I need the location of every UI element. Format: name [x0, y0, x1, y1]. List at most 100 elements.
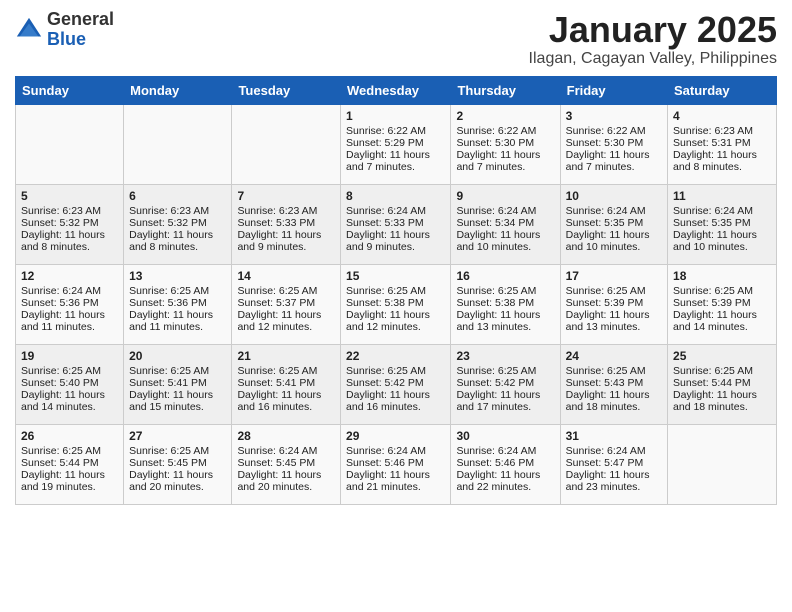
calendar-cell: 9Sunrise: 6:24 AMSunset: 5:34 PMDaylight… [451, 184, 560, 264]
sunset-text: Sunset: 5:39 PM [566, 297, 662, 309]
sunset-text: Sunset: 5:34 PM [456, 217, 554, 229]
sunrise-text: Sunrise: 6:25 AM [673, 285, 771, 297]
sunset-text: Sunset: 5:29 PM [346, 137, 445, 149]
daylight-text: Daylight: 11 hours and 11 minutes. [21, 309, 118, 333]
col-saturday: Saturday [668, 76, 777, 104]
calendar-cell: 1Sunrise: 6:22 AMSunset: 5:29 PMDaylight… [341, 104, 451, 184]
calendar-cell: 14Sunrise: 6:25 AMSunset: 5:37 PMDayligh… [232, 264, 341, 344]
sunrise-text: Sunrise: 6:22 AM [566, 125, 662, 137]
calendar-cell [124, 104, 232, 184]
daylight-text: Daylight: 11 hours and 8 minutes. [21, 229, 118, 253]
day-number: 31 [566, 429, 662, 443]
title-block: January 2025 Ilagan, Cagayan Valley, Phi… [529, 10, 777, 68]
sunrise-text: Sunrise: 6:24 AM [456, 445, 554, 457]
calendar-week-3: 12Sunrise: 6:24 AMSunset: 5:36 PMDayligh… [16, 264, 777, 344]
sunset-text: Sunset: 5:47 PM [566, 457, 662, 469]
day-number: 24 [566, 349, 662, 363]
daylight-text: Daylight: 11 hours and 15 minutes. [129, 389, 226, 413]
calendar-cell: 30Sunrise: 6:24 AMSunset: 5:46 PMDayligh… [451, 424, 560, 504]
calendar-cell: 15Sunrise: 6:25 AMSunset: 5:38 PMDayligh… [341, 264, 451, 344]
sunset-text: Sunset: 5:42 PM [346, 377, 445, 389]
calendar-cell [668, 424, 777, 504]
sunrise-text: Sunrise: 6:25 AM [129, 285, 226, 297]
day-number: 9 [456, 189, 554, 203]
day-number: 22 [346, 349, 445, 363]
daylight-text: Daylight: 11 hours and 18 minutes. [673, 389, 771, 413]
sunrise-text: Sunrise: 6:22 AM [456, 125, 554, 137]
calendar-cell: 26Sunrise: 6:25 AMSunset: 5:44 PMDayligh… [16, 424, 124, 504]
day-number: 7 [237, 189, 335, 203]
calendar-cell: 11Sunrise: 6:24 AMSunset: 5:35 PMDayligh… [668, 184, 777, 264]
logo-icon [15, 16, 43, 44]
sunrise-text: Sunrise: 6:25 AM [566, 285, 662, 297]
calendar-cell: 24Sunrise: 6:25 AMSunset: 5:43 PMDayligh… [560, 344, 667, 424]
daylight-text: Daylight: 11 hours and 10 minutes. [673, 229, 771, 253]
col-friday: Friday [560, 76, 667, 104]
day-number: 16 [456, 269, 554, 283]
daylight-text: Daylight: 11 hours and 14 minutes. [673, 309, 771, 333]
calendar-cell: 10Sunrise: 6:24 AMSunset: 5:35 PMDayligh… [560, 184, 667, 264]
logo-general: General [47, 10, 114, 30]
sunset-text: Sunset: 5:44 PM [21, 457, 118, 469]
sunset-text: Sunset: 5:33 PM [346, 217, 445, 229]
daylight-text: Daylight: 11 hours and 19 minutes. [21, 469, 118, 493]
sunset-text: Sunset: 5:42 PM [456, 377, 554, 389]
calendar-week-5: 26Sunrise: 6:25 AMSunset: 5:44 PMDayligh… [16, 424, 777, 504]
sunset-text: Sunset: 5:36 PM [21, 297, 118, 309]
sunrise-text: Sunrise: 6:25 AM [456, 285, 554, 297]
sunset-text: Sunset: 5:32 PM [129, 217, 226, 229]
sunset-text: Sunset: 5:43 PM [566, 377, 662, 389]
daylight-text: Daylight: 11 hours and 22 minutes. [456, 469, 554, 493]
sunrise-text: Sunrise: 6:24 AM [346, 205, 445, 217]
calendar-cell: 20Sunrise: 6:25 AMSunset: 5:41 PMDayligh… [124, 344, 232, 424]
page-container: General Blue January 2025 Ilagan, Cagaya… [0, 0, 792, 515]
sunset-text: Sunset: 5:41 PM [129, 377, 226, 389]
day-number: 21 [237, 349, 335, 363]
sunrise-text: Sunrise: 6:25 AM [237, 285, 335, 297]
day-number: 29 [346, 429, 445, 443]
daylight-text: Daylight: 11 hours and 23 minutes. [566, 469, 662, 493]
calendar-cell: 7 Sunrise: 6:23 AMSunset: 5:33 PMDaylight… [232, 184, 341, 264]
daylight-text: Daylight: 11 hours and 13 minutes. [456, 309, 554, 333]
day-number: 8 [346, 189, 445, 203]
sunset-text: Sunset: 5:40 PM [21, 377, 118, 389]
logo: General Blue [15, 10, 114, 50]
day-number: 3 [566, 109, 662, 123]
daylight-text: Daylight: 11 hours and 17 minutes. [456, 389, 554, 413]
daylight-text: Daylight: 11 hours and 9 minutes. [346, 229, 445, 253]
daylight-text: Daylight: 11 hours and 16 minutes. [237, 389, 335, 413]
calendar-week-2: 5Sunrise: 6:23 AMSunset: 5:32 PMDaylight… [16, 184, 777, 264]
sunset-text: Sunset: 5:35 PM [566, 217, 662, 229]
daylight-text: Daylight: 11 hours and 12 minutes. [237, 309, 335, 333]
day-number: 13 [129, 269, 226, 283]
calendar-cell: 27Sunrise: 6:25 AMSunset: 5:45 PMDayligh… [124, 424, 232, 504]
sunset-text: Sunset: 5:44 PM [673, 377, 771, 389]
day-number: 4 [673, 109, 771, 123]
col-thursday: Thursday [451, 76, 560, 104]
calendar-table: Sunday Monday Tuesday Wednesday Thursday… [15, 76, 777, 505]
sunset-text: Sunset: 5:37 PM [237, 297, 335, 309]
day-number: 20 [129, 349, 226, 363]
sunrise-text: Sunrise: 6:22 AM [346, 125, 445, 137]
daylight-text: Daylight: 11 hours and 7 minutes. [566, 149, 662, 173]
calendar-cell: 13Sunrise: 6:25 AMSunset: 5:36 PMDayligh… [124, 264, 232, 344]
calendar-cell: 4Sunrise: 6:23 AMSunset: 5:31 PMDaylight… [668, 104, 777, 184]
sunset-text: Sunset: 5:36 PM [129, 297, 226, 309]
daylight-text: Daylight: 11 hours and 18 minutes. [566, 389, 662, 413]
day-number: 27 [129, 429, 226, 443]
col-sunday: Sunday [16, 76, 124, 104]
sunset-text: Sunset: 5:33 PM [237, 217, 335, 229]
sunrise-text: Sunrise: 6:23 AM [237, 205, 335, 217]
calendar-cell: 29Sunrise: 6:24 AMSunset: 5:46 PMDayligh… [341, 424, 451, 504]
daylight-text: Daylight: 11 hours and 20 minutes. [237, 469, 335, 493]
sunrise-text: Sunrise: 6:25 AM [21, 445, 118, 457]
calendar-cell: 16Sunrise: 6:25 AMSunset: 5:38 PMDayligh… [451, 264, 560, 344]
sunrise-text: Sunrise: 6:23 AM [21, 205, 118, 217]
sunset-text: Sunset: 5:39 PM [673, 297, 771, 309]
day-number: 2 [456, 109, 554, 123]
col-wednesday: Wednesday [341, 76, 451, 104]
sunset-text: Sunset: 5:41 PM [237, 377, 335, 389]
day-number: 19 [21, 349, 118, 363]
daylight-text: Daylight: 11 hours and 9 minutes. [237, 229, 335, 253]
calendar-cell: 23Sunrise: 6:25 AMSunset: 5:42 PMDayligh… [451, 344, 560, 424]
